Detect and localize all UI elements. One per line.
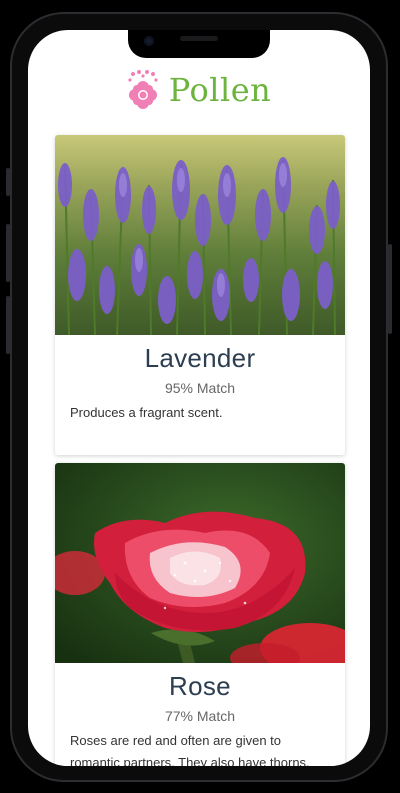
power-button [388, 244, 392, 334]
phone-screen: Pollen Lavender 95% Match Produces a fra… [28, 30, 370, 766]
plant-card-lavender[interactable]: Lavender 95% Match Produces a fragrant s… [55, 135, 345, 455]
plant-card-rose[interactable]: Rose 77% Match Roses are red and often a… [55, 463, 345, 766]
front-camera-icon [144, 36, 154, 46]
plant-name: Lavender [144, 343, 256, 373]
notch [128, 30, 270, 58]
match-percentage: 95% Match [164, 380, 236, 396]
volume-down-button [6, 296, 10, 354]
plant-description: Produces a fragrant scent. [70, 405, 223, 420]
lavender-photo [55, 135, 345, 335]
volume-up-button [6, 224, 10, 282]
speaker-grille [180, 36, 218, 41]
plant-name: Rose [169, 671, 231, 701]
mute-switch [6, 168, 10, 196]
rose-photo [55, 463, 345, 663]
plant-description: Roses are red and often are given to rom… [70, 733, 310, 766]
app-header: Pollen [28, 70, 370, 110]
match-percentage: 77% Match [164, 708, 236, 724]
flower-icon [128, 70, 158, 109]
app-title: Pollen [168, 71, 272, 109]
